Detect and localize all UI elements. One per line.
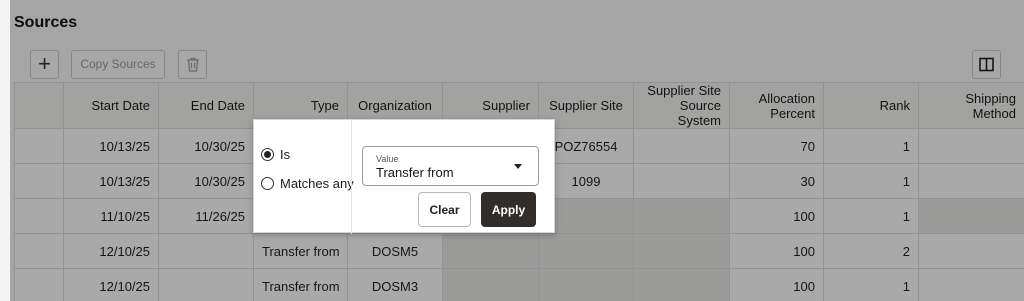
radio-matches-any-label: Matches any: [280, 176, 354, 191]
radio-matches-any[interactable]: Matches any: [261, 176, 354, 191]
value-select-label: Value: [376, 154, 399, 164]
value-select-value: Transfer from: [376, 165, 454, 180]
filter-popup: Is Matches any Value Transfer from Clear…: [253, 119, 555, 234]
caret-down-icon: [514, 164, 522, 169]
clear-button[interactable]: Clear: [418, 192, 471, 227]
value-select[interactable]: Value Transfer from: [362, 146, 539, 186]
window-edge: [0, 0, 10, 301]
radio-is[interactable]: Is: [261, 147, 290, 162]
radio-is-label: Is: [280, 147, 291, 162]
popup-divider: [351, 120, 352, 234]
apply-button[interactable]: Apply: [481, 192, 536, 227]
radio-checked-icon: [261, 148, 274, 161]
radio-unchecked-icon: [261, 177, 274, 190]
